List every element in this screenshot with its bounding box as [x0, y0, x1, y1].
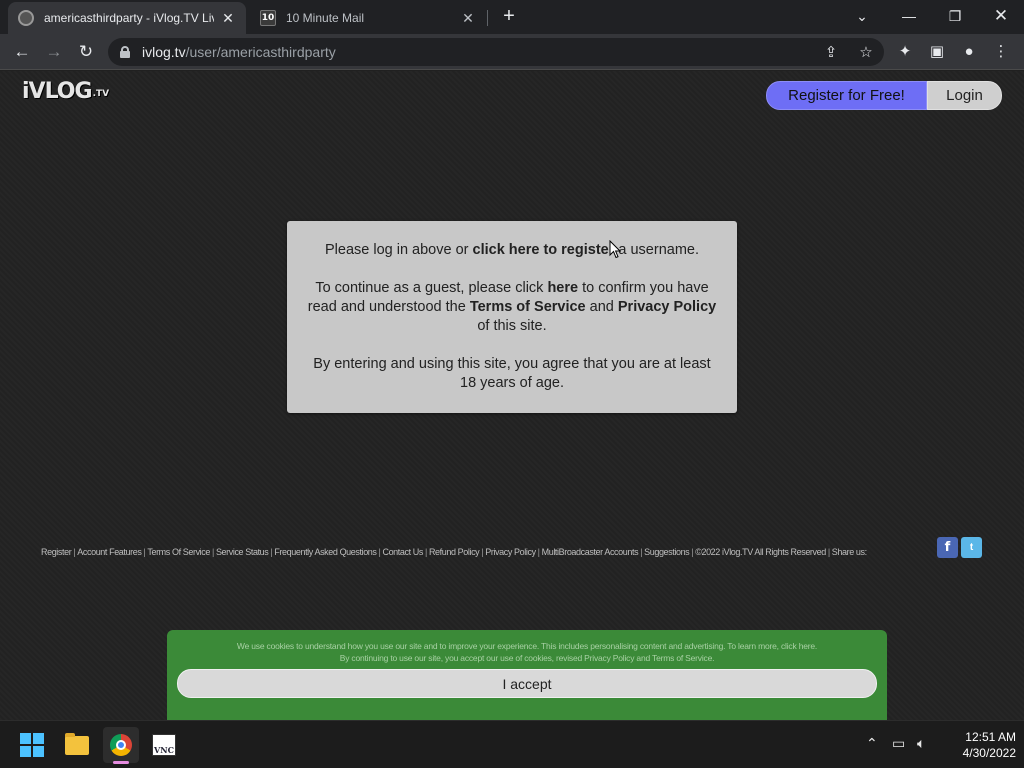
vnc-viewer-button[interactable]: VNC [146, 727, 182, 763]
footer-link-service-status[interactable]: Service Status [216, 547, 269, 557]
footer-link-account-features[interactable]: Account Features [77, 547, 142, 557]
restore-icon[interactable]: ❐ [932, 0, 978, 32]
footer-link-terms[interactable]: Terms Of Service [147, 547, 210, 557]
profile-avatar-icon[interactable]: ● [959, 42, 979, 62]
footer-link-register[interactable]: Register [41, 547, 72, 557]
new-tab-plus-icon[interactable]: + [498, 5, 520, 28]
share-icon[interactable]: ⇪ [822, 44, 840, 62]
footer-link-faq[interactable]: Frequently Asked Questions [274, 547, 377, 557]
side-panel-icon[interactable]: ▣ [927, 42, 947, 62]
footer-link-privacy[interactable]: Privacy Policy [485, 547, 536, 557]
footer-link-suggestions[interactable]: Suggestions [644, 547, 690, 557]
forward-arrow-icon[interactable]: → [42, 40, 66, 64]
footer-link-contact[interactable]: Contact Us [382, 547, 423, 557]
terms-of-service-link[interactable]: Terms of Service [470, 299, 586, 315]
browser-toolbar: ← → ↻ ivlog.tv/user/americasthirdparty ⇪… [0, 34, 1024, 70]
folder-icon [65, 732, 89, 755]
ivlog-logo[interactable]: iVLOG.TV [22, 79, 109, 104]
address-bar[interactable]: ivlog.tv/user/americasthirdparty ⇪ ☆ [108, 38, 884, 66]
tab-title: americasthirdparty - iVlog.TV Live [44, 11, 214, 25]
chrome-icon [110, 734, 132, 756]
logo-text: iVLOG [22, 79, 93, 104]
system-clock[interactable]: 12:51 AM 4/30/2022 [940, 729, 1016, 761]
footer-link-refund[interactable]: Refund Policy [429, 547, 480, 557]
windows-logo-icon [20, 733, 44, 757]
active-app-indicator [113, 761, 129, 764]
chrome-taskbar-button[interactable] [103, 727, 139, 763]
lock-icon[interactable] [120, 46, 130, 58]
ivlog-favicon-icon [18, 10, 34, 26]
cookie-line-1: We use cookies to understand how you use… [236, 641, 818, 651]
url-host: ivlog.tv [142, 44, 186, 60]
bookmark-star-icon[interactable]: ☆ [857, 44, 875, 62]
cookie-banner: We use cookies to understand how you use… [167, 630, 887, 720]
show-hidden-icons-chevron-icon[interactable]: ⌃ [866, 735, 878, 752]
logo-suffix: .TV [92, 89, 110, 99]
extensions-puzzle-icon[interactable]: ✦ [895, 42, 915, 62]
footer-copyright: ©2022 iVlog.TV All Rights Reserved [695, 547, 826, 557]
notice-paragraph-age: By entering and using this site, you agr… [313, 356, 711, 391]
footer-links: Register | Account Features | Terms Of Ser… [41, 547, 867, 557]
minimize-icon[interactable]: — [886, 0, 932, 32]
twitter-icon[interactable]: t [961, 537, 982, 558]
accept-cookies-button[interactable]: I accept [177, 669, 877, 698]
start-button[interactable] [14, 727, 50, 763]
notice-paragraph-guest: To continue as a guest, please click her… [305, 279, 719, 336]
mouse-cursor-icon [609, 240, 621, 259]
back-arrow-icon[interactable]: ← [10, 40, 34, 64]
tab-ivlog[interactable]: americasthirdparty - iVlog.TV Live ✕ [8, 2, 246, 34]
auth-buttons: Register for Free! Login [766, 81, 1002, 110]
windows-taskbar: VNC ⌃ ▭ 🔈︎ 12:51 AM 4/30/2022 [0, 720, 1024, 768]
tab-10-minute-mail[interactable]: 10 10 Minute Mail ✕ [250, 2, 486, 34]
login-button[interactable]: Login [927, 81, 1002, 110]
tab-close-icon[interactable]: ✕ [460, 10, 476, 27]
close-window-icon[interactable]: ✕ [978, 0, 1024, 32]
tab-strip: americasthirdparty - iVlog.TV Live ✕ 10 … [0, 0, 1024, 34]
notice-text: a username. [614, 242, 699, 258]
vnc-icon: VNC [152, 734, 176, 756]
cookie-line-2: By continuing to use our site, you accep… [339, 653, 715, 663]
notice-text: and [585, 299, 618, 315]
network-icon[interactable]: ▭ [892, 735, 905, 752]
file-explorer-button[interactable] [59, 727, 95, 763]
register-button[interactable]: Register for Free! [766, 81, 927, 110]
web-page: iVLOG.TV Register for Free! Login Please… [0, 71, 1024, 720]
url-path: /user/americasthirdparty [185, 44, 336, 60]
volume-icon[interactable]: 🔈︎ [917, 735, 925, 752]
reload-icon[interactable]: ↻ [74, 40, 98, 64]
guest-confirm-link[interactable]: here [547, 280, 578, 296]
cookie-text: We use cookies to understand how you use… [167, 640, 887, 664]
footer-link-multibroadcaster[interactable]: MultiBroadcaster Accounts [542, 547, 639, 557]
tenminutemail-favicon-icon: 10 [260, 10, 276, 26]
clock-time: 12:51 AM [965, 730, 1016, 744]
login-notice-box: Please log in above or click here to reg… [287, 221, 737, 413]
notice-paragraph-login: Please log in above or click here to reg… [305, 241, 719, 260]
notice-text: Please log in above or [325, 242, 473, 258]
notice-text: To continue as a guest, please click [315, 280, 548, 296]
tab-close-icon[interactable]: ✕ [220, 10, 236, 27]
notice-text: of this site. [477, 318, 547, 334]
footer-share-label: Share us: [831, 547, 867, 557]
facebook-icon[interactable]: f [937, 537, 958, 558]
clock-date: 4/30/2022 [962, 746, 1016, 760]
tab-search-chevron-icon[interactable]: ⌄ [839, 0, 885, 32]
tab-divider [487, 10, 488, 26]
tab-title: 10 Minute Mail [286, 11, 365, 25]
register-link[interactable]: click here to register [473, 242, 615, 258]
privacy-policy-link[interactable]: Privacy Policy [618, 299, 716, 315]
menu-kebab-icon[interactable]: ⋮ [991, 42, 1011, 62]
